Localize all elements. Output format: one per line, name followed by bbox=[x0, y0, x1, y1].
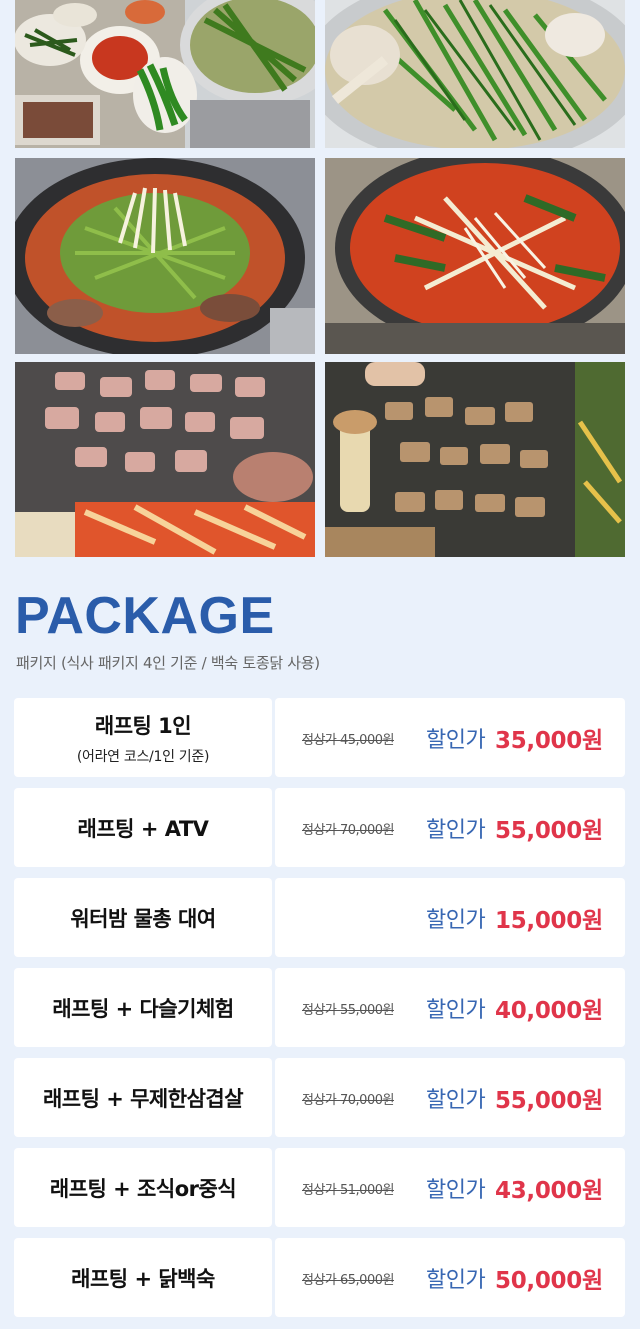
package-name: 래프팅 + 다슬기체험 bbox=[52, 996, 234, 1021]
package-row: 래프팅 + 조식or중식 정상가 51,000원 할인가 43,000원 bbox=[14, 1148, 625, 1227]
original-price: 정상가 70,000원 bbox=[302, 1093, 394, 1108]
spicy-fish-stew-photo bbox=[15, 158, 315, 354]
package-name-cell: 래프팅 + 무제한삼겹살 bbox=[14, 1058, 272, 1137]
package-name: 래프팅 + ATV bbox=[77, 816, 209, 841]
sale-price: 43,000원 bbox=[495, 1178, 603, 1204]
original-price: 정상가 70,000원 bbox=[302, 823, 394, 838]
package-name-cell: 래프팅 + 조식or중식 bbox=[14, 1148, 272, 1227]
package-name: 래프팅 + 닭백숙 bbox=[71, 1266, 215, 1291]
package-row: 래프팅 + ATV 정상가 70,000원 할인가 55,000원 bbox=[14, 788, 625, 867]
sale-price: 15,000원 bbox=[495, 908, 603, 934]
package-price-cell: 정상가 70,000원 할인가 55,000원 bbox=[275, 1058, 625, 1137]
sale-label: 할인가 bbox=[426, 998, 486, 1023]
package-price-cell: 정상가 65,000원 할인가 50,000원 bbox=[275, 1238, 625, 1317]
package-row: 래프팅 1인 (어라연 코스/1인 기준) 정상가 45,000원 할인가 35… bbox=[14, 698, 625, 777]
sale-label: 할인가 bbox=[426, 1268, 486, 1293]
page-title: PACKAGE bbox=[15, 587, 275, 645]
package-name-cell: 래프팅 + 다슬기체험 bbox=[14, 968, 272, 1047]
package-price-cell: 할인가 15,000원 bbox=[275, 878, 625, 957]
package-name-cell: 워터밤 물총 대여 bbox=[14, 878, 272, 957]
sale-price: 55,000원 bbox=[495, 818, 603, 844]
package-row: 래프팅 + 무제한삼겹살 정상가 70,000원 할인가 55,000원 bbox=[14, 1058, 625, 1137]
side-dishes-table-photo bbox=[15, 0, 315, 148]
sale-price: 35,000원 bbox=[495, 728, 603, 754]
original-price: 정상가 65,000원 bbox=[302, 1273, 394, 1288]
sale-label: 할인가 bbox=[426, 1178, 486, 1203]
package-row: 워터밤 물총 대여 할인가 15,000원 bbox=[14, 878, 625, 957]
sale-price: 50,000원 bbox=[495, 1268, 603, 1294]
sale-label: 할인가 bbox=[426, 728, 486, 753]
package-name-cell: 래프팅 + ATV bbox=[14, 788, 272, 867]
original-price: 정상가 45,000원 bbox=[302, 733, 394, 748]
page-subtitle: 패키지 (식사 패키지 4인 기준 / 백숙 토종닭 사용) bbox=[16, 654, 320, 672]
grilled-pork-kimchi-photo bbox=[15, 362, 315, 557]
grilled-pork-belly-photo bbox=[325, 362, 625, 557]
food-photo-gallery bbox=[15, 0, 625, 557]
package-name: 래프팅 + 무제한삼겹살 bbox=[42, 1086, 244, 1111]
package-name: 워터밤 물총 대여 bbox=[70, 906, 216, 931]
package-name: 래프팅 + 조식or중식 bbox=[49, 1176, 237, 1201]
package-name: 래프팅 1인 bbox=[94, 713, 192, 738]
package-price-cell: 정상가 70,000원 할인가 55,000원 bbox=[275, 788, 625, 867]
package-price-cell: 정상가 45,000원 할인가 35,000원 bbox=[275, 698, 625, 777]
package-price-cell: 정상가 55,000원 할인가 40,000원 bbox=[275, 968, 625, 1047]
sale-label: 할인가 bbox=[426, 908, 486, 933]
package-row: 래프팅 + 닭백숙 정상가 65,000원 할인가 50,000원 bbox=[14, 1238, 625, 1317]
spicy-stew-mushroom-photo bbox=[325, 158, 625, 354]
chives-hotpot-photo bbox=[325, 0, 625, 148]
sale-price: 55,000원 bbox=[495, 1088, 603, 1114]
package-price-cell: 정상가 51,000원 할인가 43,000원 bbox=[275, 1148, 625, 1227]
sale-price: 40,000원 bbox=[495, 998, 603, 1024]
package-name-cell: 래프팅 + 닭백숙 bbox=[14, 1238, 272, 1317]
package-name-cell: 래프팅 1인 (어라연 코스/1인 기준) bbox=[14, 698, 272, 777]
original-price: 정상가 55,000원 bbox=[302, 1003, 394, 1018]
sale-label: 할인가 bbox=[426, 1088, 486, 1113]
package-row: 래프팅 + 다슬기체험 정상가 55,000원 할인가 40,000원 bbox=[14, 968, 625, 1047]
package-note: (어라연 코스/1인 기준) bbox=[76, 748, 210, 765]
sale-label: 할인가 bbox=[426, 818, 486, 843]
original-price: 정상가 51,000원 bbox=[302, 1183, 394, 1198]
